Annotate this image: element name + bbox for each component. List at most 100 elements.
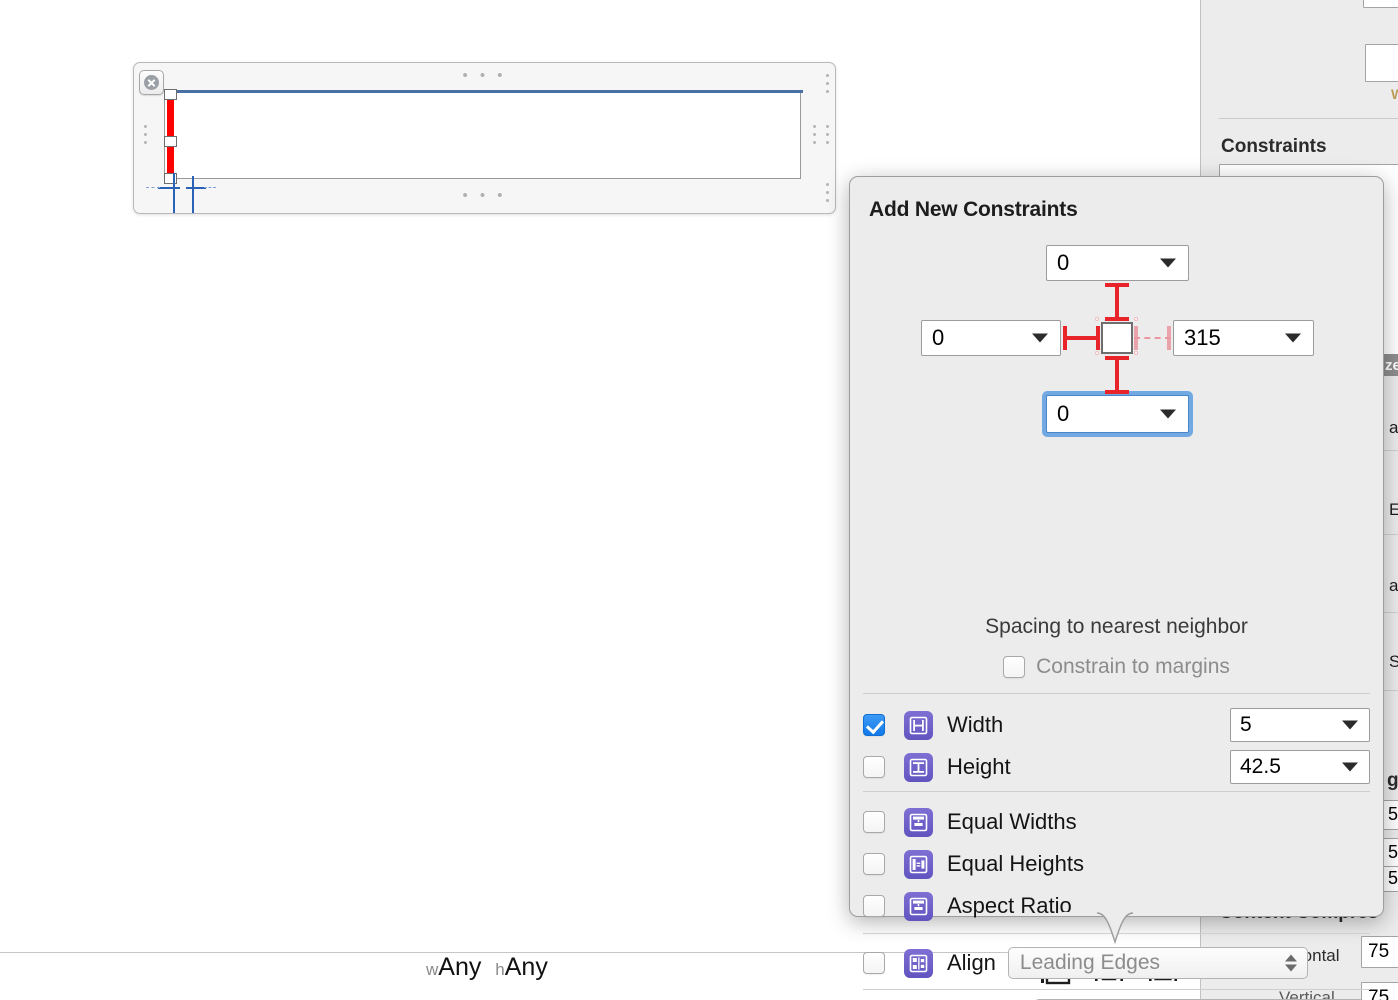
equal-heights-icon xyxy=(904,849,933,879)
scene-resize-dots-mr-b xyxy=(826,125,830,144)
inspector-fragment-1: a xyxy=(1389,418,1398,437)
spacing-trailing-combo[interactable]: 315 xyxy=(1173,320,1314,356)
height-label: Height xyxy=(947,754,1011,779)
width-checkbox[interactable] xyxy=(863,714,885,736)
height-constraint-row[interactable]: Height 42.5 xyxy=(863,746,1370,788)
constrain-to-margins-label: Constrain to margins xyxy=(1036,655,1230,678)
guide-dot-br xyxy=(1134,351,1138,355)
aspect-ratio-checkbox[interactable] xyxy=(863,895,885,917)
selected-subview[interactable] xyxy=(164,91,801,179)
size-class-height-prefix: h xyxy=(495,960,505,979)
resize-handle-bottom-left[interactable] xyxy=(164,173,177,184)
inspector-fragment-4: Sh xyxy=(1389,652,1398,672)
add-new-constraints-popover[interactable]: Add New Constraints 0 0 315 0 Spacing to… xyxy=(849,176,1385,1000)
inspector-divider-1 xyxy=(1219,118,1398,119)
equal-widths-icon xyxy=(904,807,933,837)
inspector-fragment-2: Eq xyxy=(1389,500,1398,520)
inspector-field-partial-2[interactable] xyxy=(1365,44,1398,82)
close-icon[interactable] xyxy=(139,70,164,95)
spacing-top-value: 0 xyxy=(1057,250,1070,275)
inspector-numfield-2-value: 5 xyxy=(1388,842,1398,862)
width-constraint-row[interactable]: Width 5 xyxy=(863,704,1370,746)
chevron-down-icon xyxy=(1160,409,1176,419)
width-label: Width xyxy=(947,712,1004,737)
scene-resize-dots-left xyxy=(144,125,148,144)
width-constraint-icon xyxy=(904,710,933,740)
layout-guide-vertical-1 xyxy=(173,173,175,213)
scene-resize-dots-mr-a xyxy=(813,125,817,144)
size-class-height-value: Any xyxy=(504,953,548,981)
spacing-trailing-connector[interactable] xyxy=(1134,322,1171,354)
equal-heights-checkbox[interactable] xyxy=(863,853,885,875)
height-constraint-icon xyxy=(904,752,933,782)
resize-handle-middle-left[interactable] xyxy=(164,136,177,147)
chevron-down-icon xyxy=(1160,258,1176,268)
resize-handle-top-left[interactable] xyxy=(164,89,177,100)
layout-guide-vertical-2 xyxy=(192,176,194,213)
app-window: • • • • • • wAny hAny Constraints z a a … xyxy=(0,0,1398,1000)
chevron-down-icon xyxy=(1032,333,1048,343)
popover-divider-4 xyxy=(863,989,1370,990)
inspector-numfield-3[interactable]: 5 xyxy=(1383,866,1398,892)
content-compression-vertical-field[interactable]: 75 xyxy=(1361,982,1398,1000)
align-selected-option: Leading Edges xyxy=(1019,951,1161,974)
size-class-width-prefix: w xyxy=(426,960,439,979)
spacing-top-combo[interactable]: 0 xyxy=(1046,245,1189,281)
scene-resize-dots-tr-b xyxy=(826,74,830,93)
chevron-down-icon xyxy=(1285,333,1301,343)
scene-container[interactable]: • • • • • • xyxy=(133,62,836,214)
spacing-leading-connector[interactable] xyxy=(1063,322,1100,354)
inspector-warning-text: W xyxy=(1391,86,1398,102)
layout-guide-dash-left xyxy=(146,187,160,188)
inspector-field-partial-top[interactable] xyxy=(1363,0,1398,8)
popover-title: Add New Constraints xyxy=(869,198,1078,221)
guide-dot-tr xyxy=(1134,317,1138,321)
equal-heights-row[interactable]: Equal Heights xyxy=(863,843,1370,885)
height-value: 42.5 xyxy=(1240,755,1281,778)
spacing-bottom-combo[interactable]: 0 xyxy=(1046,395,1189,433)
spacing-top-connector[interactable] xyxy=(1101,283,1133,321)
constrain-to-margins-row[interactable]: Constrain to margins xyxy=(850,655,1383,679)
equal-widths-row[interactable]: Equal Widths xyxy=(863,801,1370,843)
inspector-fragment-5: g xyxy=(1387,770,1398,791)
align-row[interactable]: Align Leading Edges xyxy=(863,943,1370,983)
constrain-to-margins-checkbox[interactable] xyxy=(1003,656,1026,678)
height-checkbox[interactable] xyxy=(863,756,885,778)
size-class-width-value: Any xyxy=(438,953,482,981)
scene-resize-dots-br-a xyxy=(813,199,817,202)
guide-dot-bl xyxy=(1095,351,1099,355)
content-compression-vertical-value: 75 xyxy=(1368,987,1390,1000)
width-value: 5 xyxy=(1240,713,1252,736)
constraints-section-title: Constraints xyxy=(1221,136,1327,157)
size-class-indicator[interactable]: wAny hAny xyxy=(426,953,548,982)
align-label: Align xyxy=(947,950,996,975)
chevron-updown-icon xyxy=(1284,954,1297,972)
layout-guide-horizontal-1 xyxy=(158,187,180,189)
popover-divider-2 xyxy=(863,791,1370,792)
inspector-numfield-1[interactable]: 5 xyxy=(1383,800,1398,830)
height-value-combo[interactable]: 42.5 xyxy=(1230,750,1370,784)
selection-top-edge xyxy=(164,90,803,93)
equal-widths-label: Equal Widths xyxy=(947,809,1077,834)
popover-tail xyxy=(1063,912,1167,945)
align-constraint-icon xyxy=(904,948,933,978)
spacing-leading-combo[interactable]: 0 xyxy=(921,320,1061,356)
spacing-bottom-connector[interactable] xyxy=(1101,356,1133,394)
inspector-numfield-1-value: 5 xyxy=(1388,804,1398,824)
equal-heights-label: Equal Heights xyxy=(947,851,1084,876)
align-option-popup[interactable]: Leading Edges xyxy=(1007,947,1308,979)
align-checkbox[interactable] xyxy=(863,952,885,974)
guide-dot-tl xyxy=(1095,317,1099,321)
content-compression-horizontal-value: 75 xyxy=(1368,941,1390,962)
scene-resize-dots-bottom: • • • xyxy=(462,187,507,204)
spacing-trailing-value: 315 xyxy=(1184,325,1221,350)
equal-widths-checkbox[interactable] xyxy=(863,811,885,833)
spacing-caption: Spacing to nearest neighbor xyxy=(985,615,1248,638)
spacing-widget: 0 0 315 0 xyxy=(850,235,1385,455)
width-value-combo[interactable]: 5 xyxy=(1230,708,1370,742)
inspector-numfield-2[interactable]: 5 xyxy=(1383,838,1398,868)
scene-resize-dots-br-b xyxy=(826,183,830,202)
layout-guide-horizontal-2 xyxy=(186,187,206,189)
spacing-center-box xyxy=(1101,322,1133,354)
chevron-down-icon xyxy=(1342,720,1358,730)
